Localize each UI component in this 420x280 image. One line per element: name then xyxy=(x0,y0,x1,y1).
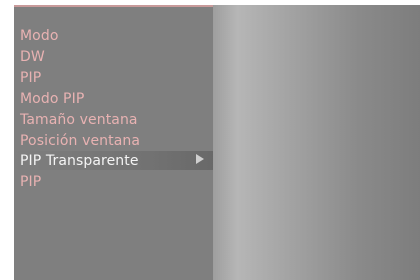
menu-item-pip-secondary[interactable]: PIP xyxy=(20,172,210,193)
pip-menu-lower: PIP Transparente PIP xyxy=(14,5,213,280)
menu-item-pip-transparente[interactable]: PIP Transparente xyxy=(20,151,210,172)
osd-screen: Modo DW PIP Modo PIP Tamaño ventana Posi… xyxy=(0,0,420,280)
chevron-right-icon[interactable] xyxy=(196,154,204,164)
